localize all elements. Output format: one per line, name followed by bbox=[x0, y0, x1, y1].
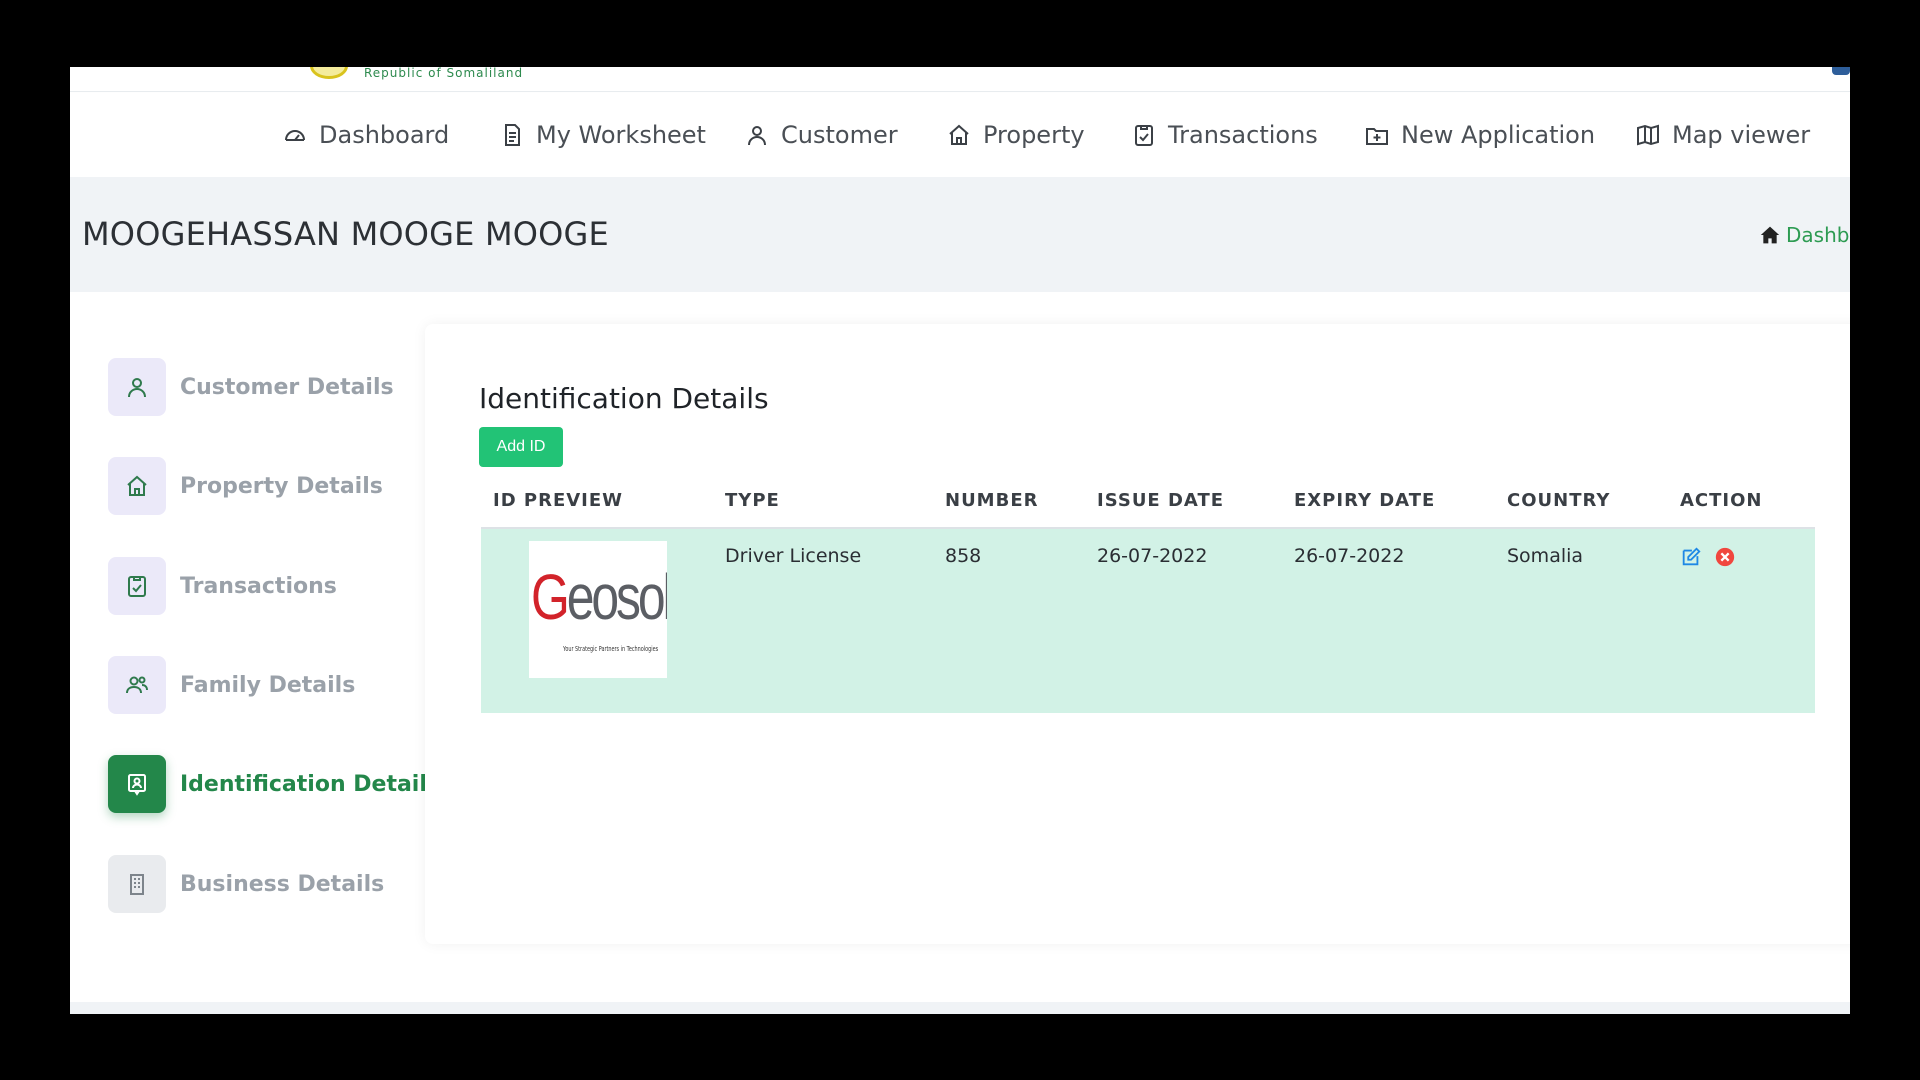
delete-icon[interactable] bbox=[1714, 546, 1736, 568]
nav-label: Transactions bbox=[1168, 121, 1318, 149]
sidebar-item-customer-details[interactable]: Customer Details bbox=[108, 358, 394, 416]
gauge-icon bbox=[285, 130, 305, 141]
table-header-row: ID PREVIEW TYPE NUMBER ISSUE DATE EXPIRY… bbox=[481, 474, 1815, 529]
sidebar-item-identification-details[interactable]: Identification Details bbox=[108, 755, 440, 813]
logo-subtitle: Republic of Somaliland bbox=[364, 67, 524, 80]
sidebar-item-label: Business Details bbox=[180, 871, 385, 897]
nav-property[interactable]: Property bbox=[947, 93, 1085, 177]
users-icon bbox=[108, 656, 166, 714]
column-header[interactable]: NUMBER bbox=[933, 474, 1085, 529]
edit-icon[interactable] bbox=[1680, 546, 1702, 568]
nav-label: Customer bbox=[781, 121, 898, 149]
id-preview-image[interactable]: Geosol Your Strategic Partners in Techno… bbox=[529, 541, 667, 678]
nav-label: Dashboard bbox=[319, 121, 450, 149]
nav-label: New Application bbox=[1401, 121, 1596, 149]
sidebar-item-property-details[interactable]: Property Details bbox=[108, 457, 383, 515]
main-nav: Dashboard My Worksheet Customer Property… bbox=[70, 93, 1850, 177]
user-icon bbox=[108, 358, 166, 416]
user-icon bbox=[748, 126, 766, 146]
preview-tagline: Your Strategic Partners in Technologies bbox=[563, 645, 659, 653]
issue-date-cell: 26-07-2022 bbox=[1085, 528, 1282, 713]
folder-plus-icon bbox=[1366, 128, 1388, 145]
sidebar-item-family-details[interactable]: Family Details bbox=[108, 656, 355, 714]
expiry-date-cell: 26-07-2022 bbox=[1282, 528, 1495, 713]
column-header[interactable]: TYPE bbox=[713, 474, 933, 529]
nav-label: My Worksheet bbox=[536, 121, 706, 149]
column-header[interactable]: EXPIRY DATE bbox=[1282, 474, 1495, 529]
nav-customer[interactable]: Customer bbox=[745, 93, 898, 177]
column-header[interactable]: COUNTRY bbox=[1495, 474, 1668, 529]
sidebar-item-label: Property Details bbox=[180, 473, 383, 499]
home-icon bbox=[108, 457, 166, 515]
sidebar-item-business-details[interactable]: Business Details bbox=[108, 855, 384, 913]
nav-new-application[interactable]: New Application bbox=[1365, 93, 1595, 177]
logo-emblem bbox=[310, 67, 348, 79]
home-icon bbox=[949, 124, 969, 145]
id-card-icon bbox=[108, 755, 166, 813]
sidebar-item-label: Family Details bbox=[180, 672, 356, 698]
clipboard-check-icon bbox=[1135, 125, 1153, 146]
nav-map-viewer[interactable]: Map viewer bbox=[1636, 93, 1810, 177]
column-header[interactable]: ACTION bbox=[1668, 474, 1815, 529]
breadcrumb[interactable]: Dashboard bbox=[1760, 223, 1850, 247]
user-menu-icon[interactable] bbox=[1832, 67, 1850, 75]
sidebar-item-label: Identification Details bbox=[180, 771, 440, 797]
nav-label: Map viewer bbox=[1672, 121, 1811, 149]
action-cell bbox=[1668, 528, 1815, 713]
breadcrumb-link[interactable]: Dashboard bbox=[1786, 223, 1850, 247]
table-row: Geosol Your Strategic Partners in Techno… bbox=[481, 528, 1815, 713]
document-icon bbox=[505, 124, 520, 146]
clipboard-check-icon bbox=[108, 557, 166, 615]
sidebar-item-transactions[interactable]: Transactions bbox=[108, 557, 337, 615]
building-icon bbox=[108, 855, 166, 913]
column-header[interactable]: ID PREVIEW bbox=[481, 474, 713, 529]
type-cell: Driver License bbox=[713, 528, 933, 713]
top-strip: Republic of Somaliland bbox=[70, 67, 1850, 92]
footer bbox=[70, 1002, 1850, 1014]
identification-table: ID PREVIEW TYPE NUMBER ISSUE DATE EXPIRY… bbox=[481, 474, 1815, 713]
sidebar-item-label: Customer Details bbox=[180, 374, 394, 400]
page-header: MOOGEHASSAN MOOGE MOOGE Dashboard bbox=[70, 177, 1850, 292]
column-header[interactable]: ISSUE DATE bbox=[1085, 474, 1282, 529]
app-window: Republic of Somaliland Dashboard My Work… bbox=[70, 67, 1850, 1014]
nav-transactions[interactable]: Transactions bbox=[1132, 93, 1318, 177]
map-icon bbox=[1637, 124, 1659, 146]
country-cell: Somalia bbox=[1495, 528, 1668, 713]
nav-my-worksheet[interactable]: My Worksheet bbox=[500, 93, 706, 177]
card-title: Identification Details bbox=[479, 382, 769, 415]
nav-label: Property bbox=[983, 121, 1085, 149]
sidebar-item-label: Transactions bbox=[180, 573, 337, 599]
add-id-button[interactable]: Add ID bbox=[479, 427, 563, 467]
page-title: MOOGEHASSAN MOOGE MOOGE bbox=[82, 215, 609, 253]
home-icon bbox=[1760, 226, 1780, 244]
nav-dashboard[interactable]: Dashboard bbox=[283, 93, 449, 177]
preview-logo: Geosol bbox=[531, 561, 667, 633]
id-preview-cell: Geosol Your Strategic Partners in Techno… bbox=[481, 528, 713, 713]
number-cell: 858 bbox=[933, 528, 1085, 713]
identification-card: Identification Details Add ID ID PREVIEW… bbox=[425, 324, 1850, 944]
